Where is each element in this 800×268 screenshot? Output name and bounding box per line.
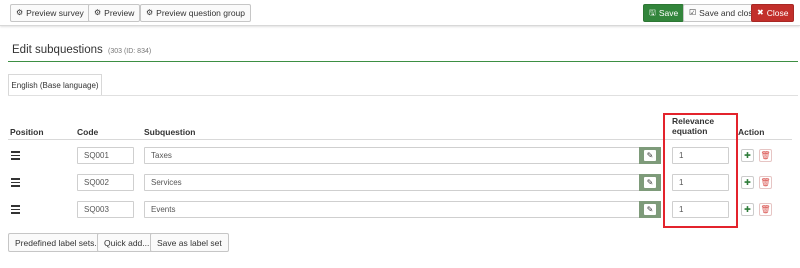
save-label: Save xyxy=(658,8,679,18)
gear-icon: ⚙ xyxy=(16,8,24,17)
save-and-close-label: Save and close xyxy=(699,8,758,18)
relevance-highlight-box xyxy=(663,113,738,228)
edit-subquestion-button[interactable]: ✎ xyxy=(639,147,661,164)
save-as-label-set-button[interactable]: Save as label set xyxy=(150,233,229,252)
pencil-icon: ✎ xyxy=(644,150,656,161)
preview-survey-button[interactable]: ⚙ Preview survey xyxy=(10,4,90,22)
delete-row-button[interactable]: 🗑 xyxy=(759,149,772,162)
close-button[interactable]: ✖ Close xyxy=(751,4,795,22)
preview-label: Preview xyxy=(104,8,135,18)
preview-survey-label: Preview survey xyxy=(26,8,84,18)
code-input[interactable]: SQ003 xyxy=(77,201,134,218)
preview-button[interactable]: ⚙ Preview xyxy=(88,4,141,22)
question-id: (303 (ID: 834) xyxy=(108,48,152,55)
edit-subquestion-button[interactable]: ✎ xyxy=(639,201,661,218)
check-square-icon: ☑ xyxy=(689,8,697,17)
floppy-disk-icon: 🖫 xyxy=(649,8,656,17)
tab-label: English (Base language) xyxy=(11,80,99,90)
add-row-button[interactable]: ✚ xyxy=(741,203,754,216)
page-title-text: Edit subquestions xyxy=(12,44,103,56)
drag-handle-icon[interactable] xyxy=(11,178,20,189)
save-button[interactable]: 🖫 Save xyxy=(643,4,685,22)
trash-icon: 🗑 xyxy=(760,150,771,160)
top-toolbar: ⚙ Preview survey ⚙ Preview ⚙ Preview que… xyxy=(0,0,800,26)
subquestion-input[interactable]: Services xyxy=(144,174,640,191)
quick-add-button[interactable]: Quick add... xyxy=(97,233,157,252)
page-title: Edit subquestions (303 (ID: 834) xyxy=(12,44,151,56)
trash-icon: 🗑 xyxy=(760,204,771,214)
trash-icon: 🗑 xyxy=(760,177,771,187)
code-input[interactable]: SQ002 xyxy=(77,174,134,191)
heading-divider xyxy=(8,61,798,62)
gear-icon: ⚙ xyxy=(94,8,102,17)
delete-row-button[interactable]: 🗑 xyxy=(759,203,772,216)
pencil-icon: ✎ xyxy=(644,204,656,215)
drag-handle-icon[interactable] xyxy=(11,151,20,162)
add-row-button[interactable]: ✚ xyxy=(741,176,754,189)
tab-english-base-language[interactable]: English (Base language) xyxy=(8,74,102,95)
subquestion-input[interactable]: Taxes xyxy=(144,147,640,164)
drag-handle-icon[interactable] xyxy=(11,205,20,216)
add-row-button[interactable]: ✚ xyxy=(741,149,754,162)
close-icon: ✖ xyxy=(757,8,764,17)
edit-subquestion-button[interactable]: ✎ xyxy=(639,174,661,191)
predefined-label-sets-button[interactable]: Predefined label sets... xyxy=(8,233,109,252)
gear-icon: ⚙ xyxy=(146,8,154,17)
header-code: Code xyxy=(77,127,99,137)
header-subquestion: Subquestion xyxy=(144,127,196,137)
pencil-icon: ✎ xyxy=(644,177,656,188)
header-position: Position xyxy=(10,127,44,137)
tab-divider xyxy=(8,95,798,96)
close-label: Close xyxy=(766,8,789,18)
delete-row-button[interactable]: 🗑 xyxy=(759,176,772,189)
code-input[interactable]: SQ001 xyxy=(77,147,134,164)
preview-question-group-label: Preview question group xyxy=(156,8,246,18)
preview-question-group-button[interactable]: ⚙ Preview question group xyxy=(140,4,252,22)
subquestion-input[interactable]: Events xyxy=(144,201,640,218)
header-action: Action xyxy=(738,127,765,137)
